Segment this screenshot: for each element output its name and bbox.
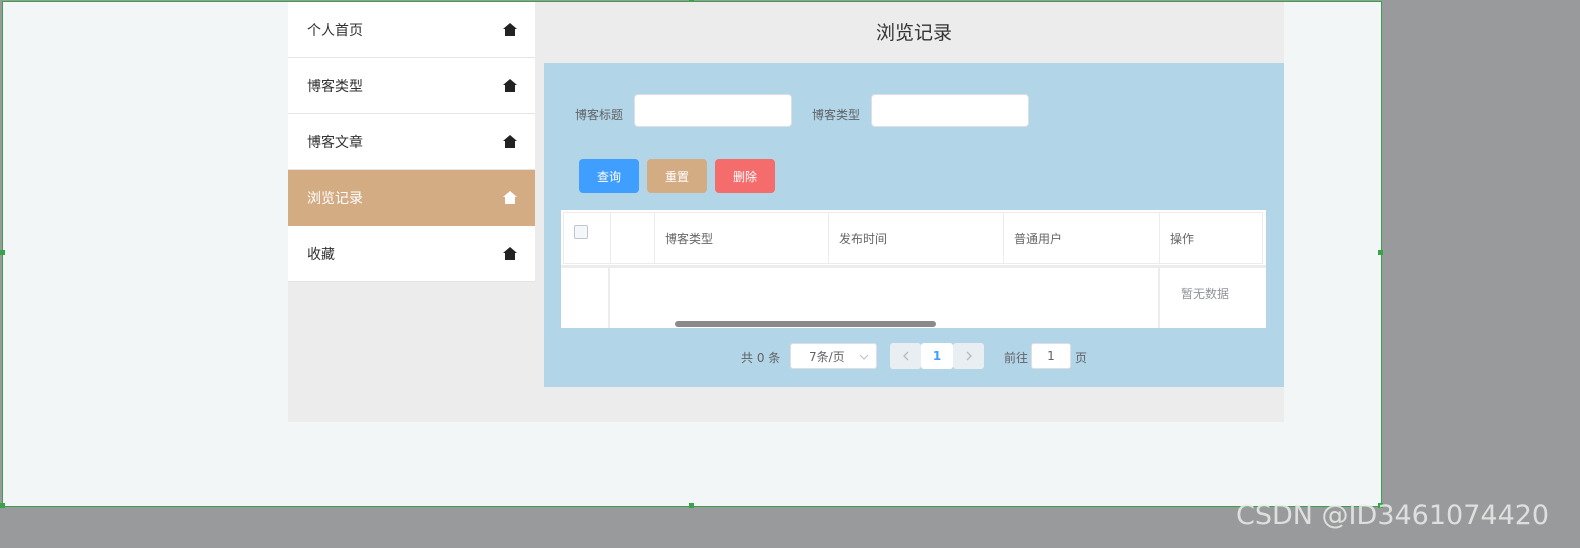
column-header-blog-type[interactable]: 博客类型: [655, 213, 829, 263]
sidebar-item-label: 收藏: [307, 246, 335, 263]
select-all-checkbox[interactable]: [574, 225, 588, 239]
home-icon: [503, 135, 517, 148]
next-page-button[interactable]: [953, 343, 984, 369]
resize-handle-right[interactable]: [1378, 250, 1383, 255]
prev-page-button[interactable]: [890, 343, 921, 369]
sidebar-item-favorites[interactable]: 收藏: [288, 226, 535, 282]
blog-type-input[interactable]: [871, 94, 1029, 127]
resize-handle-bottom-left[interactable]: [0, 503, 5, 508]
chevron-right-icon: [966, 351, 972, 361]
blog-title-label: 博客标题: [575, 108, 624, 122]
sidebar-item-label: 博客文章: [307, 134, 363, 151]
chevron-down-icon: [859, 354, 869, 360]
home-icon: [503, 23, 517, 36]
goto-page-input[interactable]: [1031, 343, 1071, 369]
resize-handle-bottom[interactable]: [689, 503, 694, 508]
sidebar-item-blog-type[interactable]: 博客类型: [288, 58, 535, 114]
column-header-publish-time[interactable]: 发布时间: [829, 213, 1004, 263]
sidebar-item-home[interactable]: 个人首页: [288, 2, 535, 58]
table-header: 博客类型 发布时间 普通用户 操作: [563, 212, 1263, 264]
data-table: 博客类型 发布时间 普通用户 操作 暂无数据: [561, 210, 1266, 328]
table-divider: [561, 265, 1266, 268]
sidebar-item-label: 博客类型: [307, 78, 363, 95]
home-icon: [503, 191, 517, 204]
page-number-current[interactable]: 1: [921, 343, 953, 369]
home-icon: [503, 79, 517, 92]
home-icon: [503, 247, 517, 260]
column-header-actions: 操作: [1170, 231, 1195, 246]
sidebar-menu: 个人首页 博客类型 博客文章 浏览记录 收藏: [288, 2, 535, 282]
reset-button[interactable]: 重置: [647, 159, 707, 193]
column-header-user[interactable]: 普通用户: [1004, 213, 1160, 263]
fixed-column-edge: [1158, 268, 1160, 328]
blog-type-label: 博客类型: [812, 108, 861, 122]
delete-button[interactable]: 删除: [715, 159, 775, 193]
sidebar-item-browse-history[interactable]: 浏览记录: [288, 170, 535, 226]
column-header: [611, 213, 655, 263]
page-title: 浏览记录: [875, 21, 952, 44]
empty-table-text: 暂无数据: [1181, 287, 1230, 301]
sidebar-item-label: 个人首页: [307, 22, 363, 39]
page-size-value: 7条/页: [809, 349, 845, 364]
page-size-select[interactable]: 7条/页: [790, 343, 877, 369]
resize-handle-left[interactable]: [0, 250, 5, 255]
fixed-column-edge: [608, 268, 610, 328]
content-panel: 博客标题 博客类型 查询 重置 删除 博客类型 发布时间 普通用户 操作 暂无数…: [544, 63, 1284, 387]
query-button[interactable]: 查询: [579, 159, 639, 193]
select-all-header: [564, 213, 611, 263]
horizontal-scrollbar[interactable]: [675, 321, 936, 327]
watermark: CSDN @ID3461074420: [1236, 500, 1550, 531]
sidebar-item-blog-article[interactable]: 博客文章: [288, 114, 535, 170]
total-count: 共 0 条: [741, 351, 781, 365]
goto-label: 前往: [1004, 351, 1029, 365]
blog-title-input[interactable]: [634, 94, 792, 127]
chevron-left-icon: [902, 351, 908, 361]
page-unit-label: 页: [1075, 351, 1088, 365]
sidebar-item-label: 浏览记录: [307, 190, 363, 207]
app-container: 个人首页 博客类型 博客文章 浏览记录 收藏 浏览记录 博客标题 博客类型 查询…: [288, 2, 1284, 422]
